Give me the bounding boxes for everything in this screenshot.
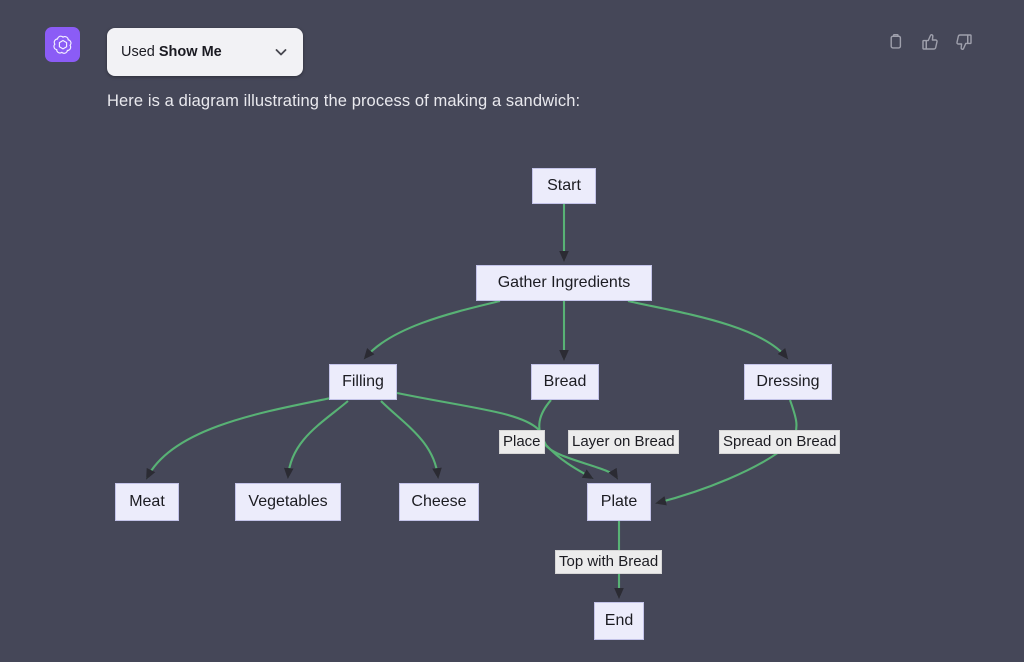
node-label: Vegetables bbox=[248, 493, 328, 510]
node-label: Meat bbox=[129, 493, 165, 510]
node-label: Gather Ingredients bbox=[497, 274, 631, 291]
node-filling[interactable]: Filling bbox=[329, 364, 397, 400]
edge-label-top-with-bread: Top with Bread bbox=[555, 550, 663, 574]
node-dressing[interactable]: Dressing bbox=[744, 364, 832, 400]
node-label: Cheese bbox=[411, 493, 467, 510]
openai-logo-icon bbox=[51, 33, 75, 57]
node-start[interactable]: Start bbox=[532, 168, 596, 204]
node-end[interactable]: End bbox=[594, 602, 644, 640]
node-meat[interactable]: Meat bbox=[115, 483, 179, 521]
thumbs-down-icon[interactable] bbox=[954, 32, 974, 52]
edge-label-text: Layer on Bread bbox=[572, 433, 675, 450]
plugin-used-dropdown[interactable]: Used Show Me bbox=[107, 28, 303, 76]
node-cheese[interactable]: Cheese bbox=[399, 483, 479, 521]
node-label: End bbox=[604, 612, 634, 629]
node-plate[interactable]: Plate bbox=[587, 483, 651, 521]
node-bread[interactable]: Bread bbox=[531, 364, 599, 400]
chevron-down-icon[interactable] bbox=[273, 44, 289, 60]
plugin-name: Show Me bbox=[158, 44, 222, 60]
message-actions bbox=[886, 32, 974, 52]
node-label: Plate bbox=[600, 493, 638, 510]
flowchart-nodes: Start Gather Ingredients Filling Bread D… bbox=[0, 140, 1024, 662]
edge-label-spread-on-bread: Spread on Bread bbox=[719, 430, 841, 454]
edge-label-text: Top with Bread bbox=[559, 553, 659, 570]
node-label: Start bbox=[547, 177, 581, 194]
edge-label-text: Place bbox=[503, 433, 541, 450]
node-label: Bread bbox=[543, 373, 587, 390]
edge-label-text: Spread on Bread bbox=[723, 433, 837, 450]
message-header: Used Show Me bbox=[0, 0, 1024, 90]
assistant-avatar bbox=[45, 27, 80, 62]
node-label: Dressing bbox=[756, 373, 820, 390]
plugin-used-label: Used Show Me bbox=[121, 44, 273, 60]
plugin-used-prefix: Used bbox=[121, 44, 155, 60]
flowchart-diagram: Start Gather Ingredients Filling Bread D… bbox=[0, 140, 1024, 662]
node-gather-ingredients[interactable]: Gather Ingredients bbox=[476, 265, 652, 301]
edge-label-place: Place bbox=[499, 430, 545, 454]
node-label: Filling bbox=[342, 373, 384, 390]
thumbs-up-icon[interactable] bbox=[920, 32, 940, 52]
node-vegetables[interactable]: Vegetables bbox=[235, 483, 341, 521]
assistant-message-text: Here is a diagram illustrating the proce… bbox=[107, 92, 581, 110]
copy-icon[interactable] bbox=[886, 32, 906, 52]
edge-label-layer-on-bread: Layer on Bread bbox=[568, 430, 679, 454]
